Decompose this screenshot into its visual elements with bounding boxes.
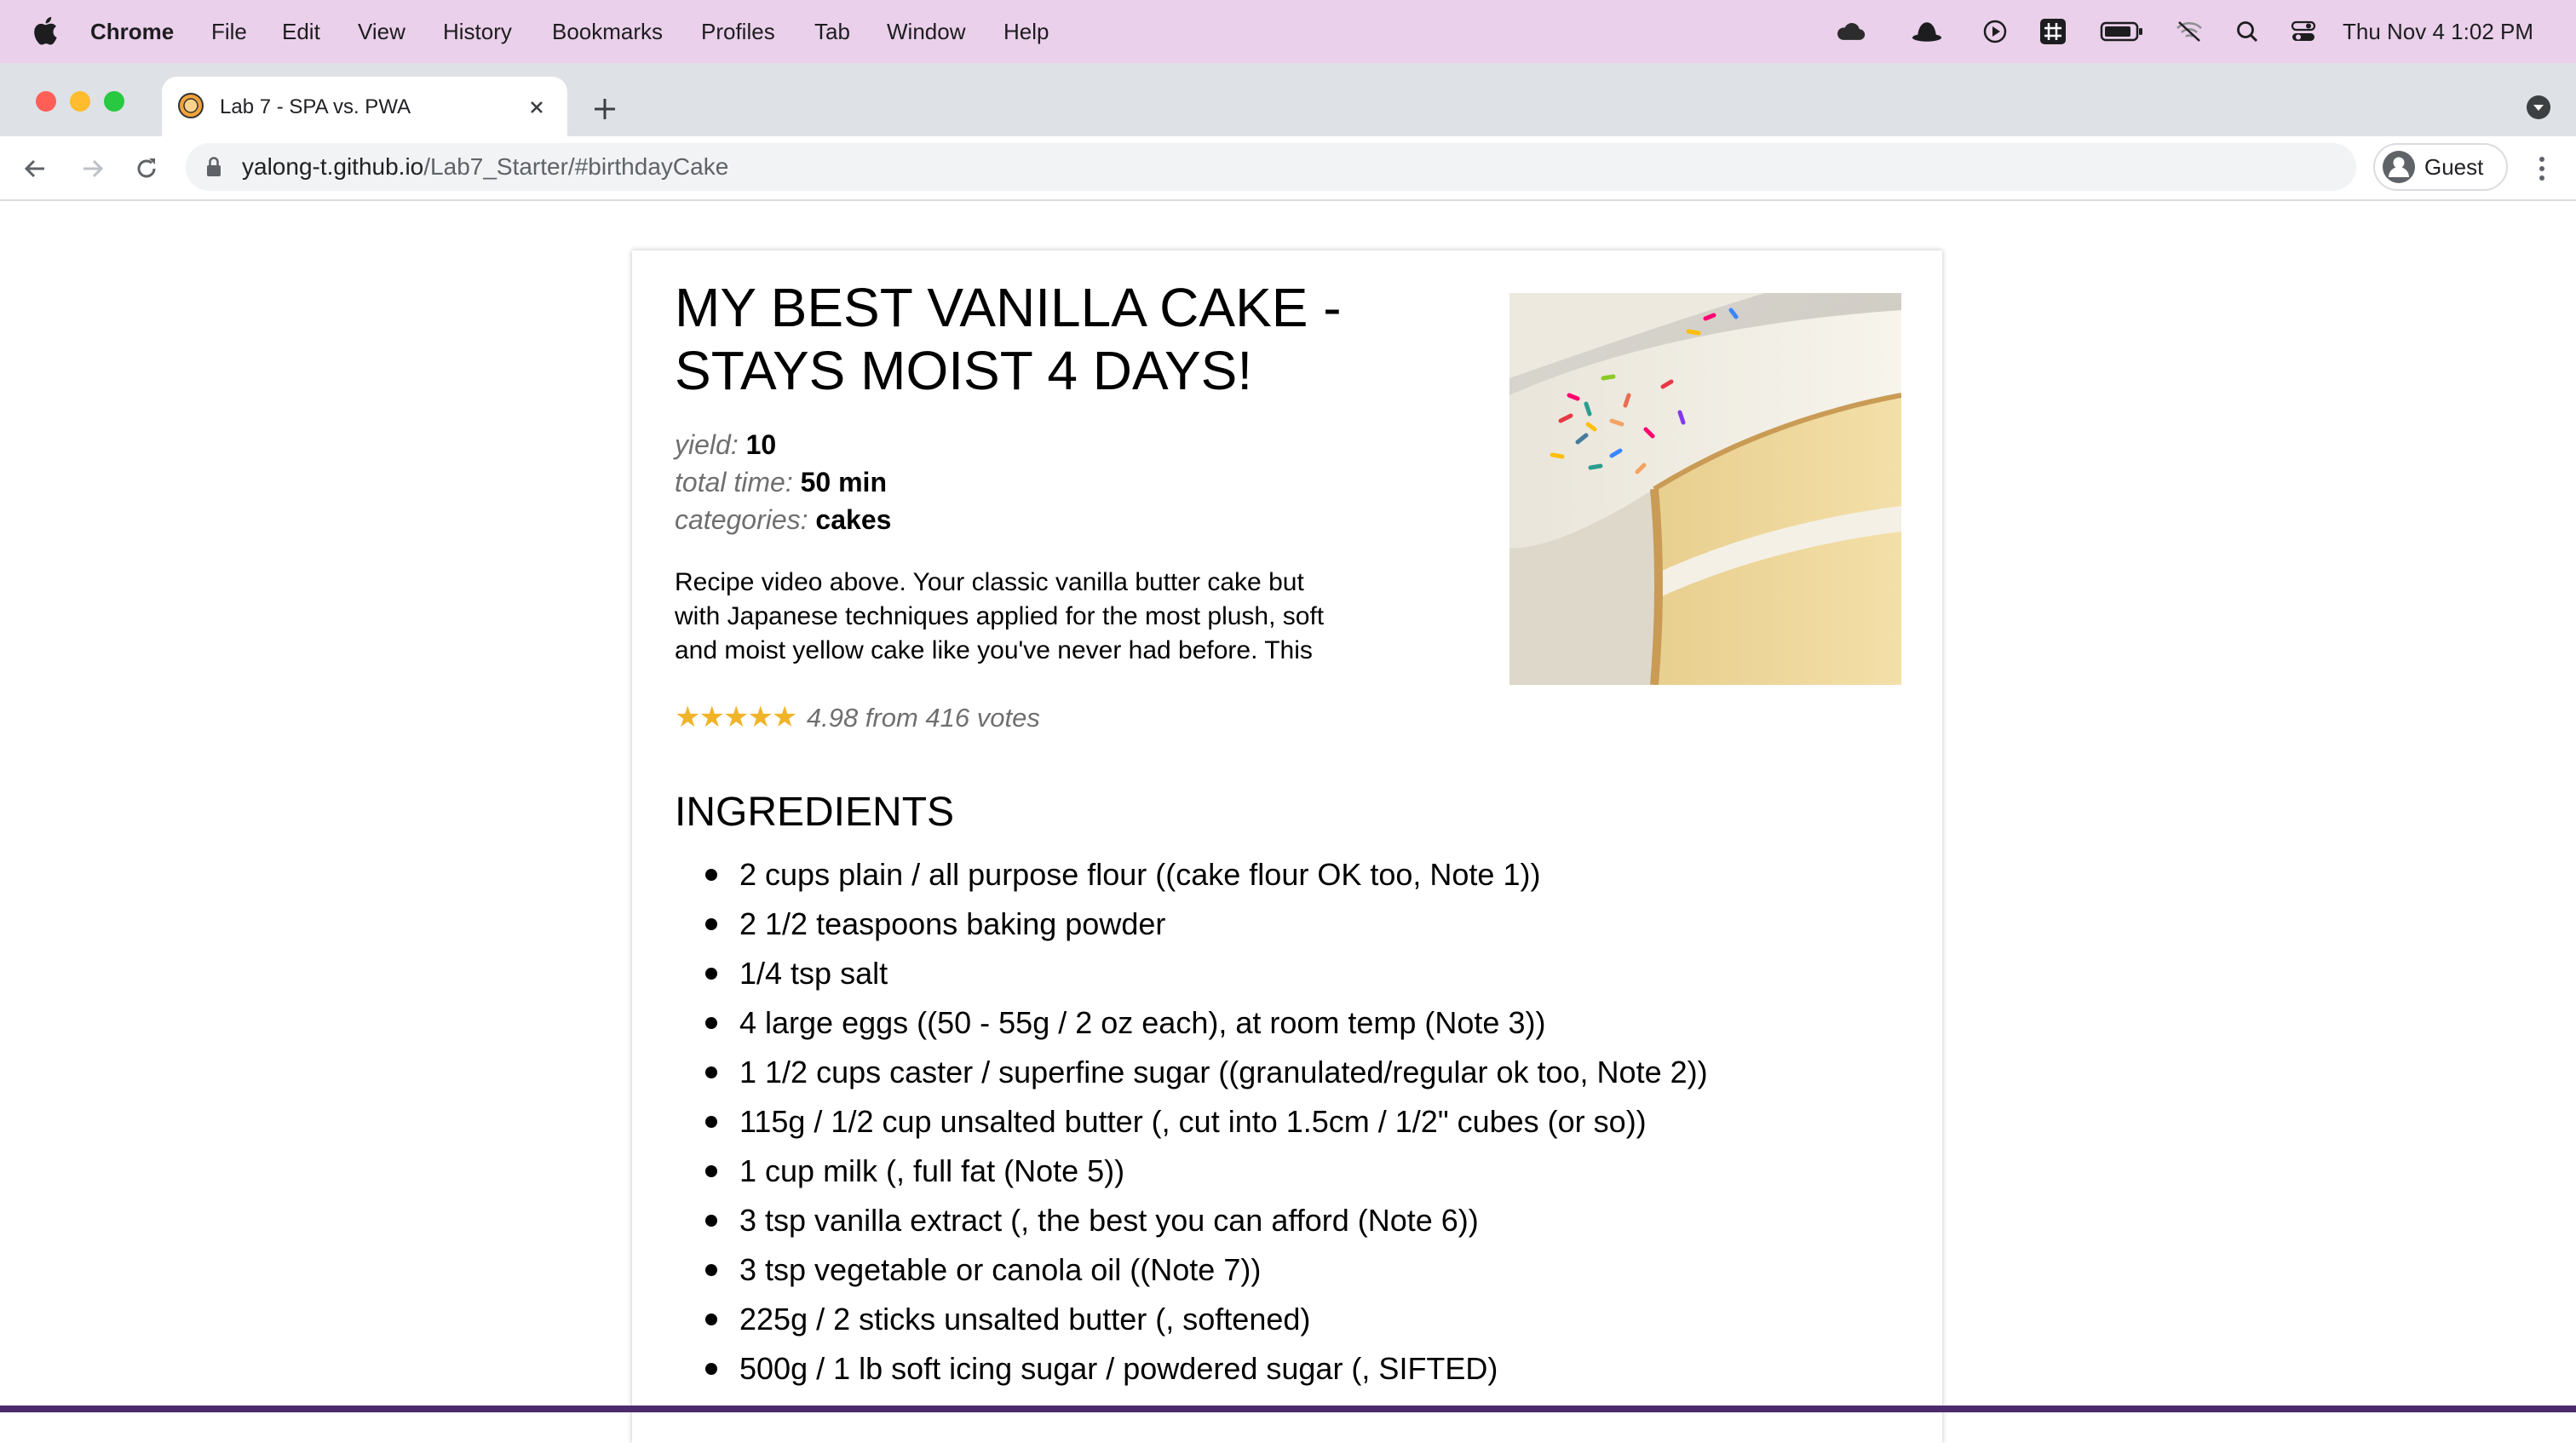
- reload-icon[interactable]: [131, 153, 162, 184]
- recipe-description: Recipe video above. Your classic vanilla…: [675, 566, 1324, 668]
- dock-edge: [0, 1406, 2576, 1412]
- list-item: 4 large eggs ((50 - 55g / 2 oz each), at…: [705, 998, 1708, 1048]
- list-item: 225g / 2 sticks unsalted butter (, softe…: [705, 1295, 1708, 1344]
- profile-label: Guest: [2424, 154, 2484, 180]
- url-path: /Lab7_Starter/#birthdayCake: [423, 153, 729, 180]
- list-item: 2 1/2 teaspoons baking powder: [705, 900, 1708, 949]
- url-domain: yalong-t.github.io: [242, 153, 424, 180]
- menu-tab[interactable]: Tab: [814, 0, 850, 63]
- recipe-meta: yield: 10 total time: 50 min categories:…: [675, 426, 891, 538]
- tab-active[interactable]: Lab 7 - SPA vs. PWA: [162, 77, 567, 138]
- menu-window[interactable]: Window: [887, 0, 965, 63]
- menu-history[interactable]: History: [443, 0, 512, 63]
- ingredients-list: 2 cups plain / all purpose flour ((cake …: [705, 850, 1708, 1394]
- categories-row: categories: cakes: [675, 501, 891, 538]
- back-icon[interactable]: [20, 153, 51, 184]
- list-item: 3 tsp vanilla extract (, the best you ca…: [705, 1196, 1708, 1245]
- menu-file[interactable]: File: [211, 0, 247, 63]
- list-item: 3 tsp vegetable or canola oil ((Note 7)): [705, 1245, 1708, 1295]
- time-row: total time: 50 min: [675, 463, 891, 501]
- list-item: 2 cups plain / all purpose flour ((cake …: [705, 850, 1708, 900]
- time-label: total time:: [675, 467, 793, 497]
- hat-icon[interactable]: [1912, 20, 1942, 43]
- menubar-clock[interactable]: Thu Nov 4 1:02 PM: [2343, 0, 2533, 63]
- yield-value: 10: [745, 429, 777, 460]
- recipe-title: MY BEST VANILLA CAKE - STAYS MOIST 4 DAY…: [675, 276, 1342, 402]
- more-menu-icon[interactable]: [2528, 153, 2556, 184]
- hash-icon[interactable]: [2038, 19, 2068, 44]
- categories-label: categories:: [675, 504, 808, 535]
- rating: ★★★★★ 4.98 from 416 votes: [675, 699, 1040, 736]
- cloud-icon[interactable]: [1835, 20, 1866, 43]
- list-item: 500g / 1 lb soft icing sugar / powdered …: [705, 1344, 1708, 1394]
- tab-search-icon[interactable]: [2525, 94, 2552, 121]
- recipe-title-line-1: MY BEST VANILLA CAKE -: [675, 277, 1342, 338]
- menu-profiles[interactable]: Profiles: [701, 0, 775, 63]
- search-icon[interactable]: [2232, 20, 2263, 43]
- wifi-off-icon[interactable]: [2174, 20, 2205, 43]
- description-line-2: with Japanese techniques applied for the…: [675, 602, 1325, 630]
- menu-help[interactable]: Help: [1003, 0, 1049, 63]
- star-rating-icon: ★★★★★: [675, 701, 797, 733]
- list-item: 1 1/2 cups caster / superfine sugar ((gr…: [705, 1048, 1708, 1097]
- categories-value: cakes: [815, 504, 892, 535]
- favicon-icon: [177, 92, 204, 119]
- ingredients-heading: INGREDIENTS: [675, 790, 955, 835]
- list-item: 1/4 tsp salt: [705, 949, 1708, 998]
- description-line-3: and moist yellow cake like you've never …: [675, 636, 1313, 664]
- apple-icon[interactable]: [32, 0, 58, 63]
- list-item: 1 cup milk (, full fat (Note 5)): [705, 1147, 1708, 1196]
- window-close-button[interactable]: [36, 91, 56, 112]
- macos-menu-bar: Chrome File Edit View History Bookmarks …: [0, 0, 2576, 63]
- yield-label: yield:: [675, 429, 739, 460]
- forward-icon[interactable]: [77, 153, 107, 184]
- menu-bookmarks[interactable]: Bookmarks: [552, 0, 663, 63]
- control-center-icon[interactable]: [2288, 20, 2319, 43]
- avatar-icon: [2382, 150, 2416, 184]
- window-minimize-button[interactable]: [70, 91, 90, 112]
- url-text: yalong-t.github.io/Lab7_Starter/#birthda…: [242, 143, 728, 191]
- new-tab-icon[interactable]: [589, 94, 620, 124]
- play-circle-icon[interactable]: [1980, 20, 2010, 43]
- description-line-1: Recipe video above. Your classic vanilla…: [675, 568, 1304, 596]
- lock-icon[interactable]: [204, 155, 223, 179]
- window-zoom-button[interactable]: [104, 91, 124, 112]
- rating-text: 4.98 from 416 votes: [806, 703, 1040, 733]
- tab-close-icon[interactable]: [525, 95, 549, 119]
- tab-title: Lab 7 - SPA vs. PWA: [220, 95, 411, 118]
- battery-icon[interactable]: [2099, 20, 2145, 43]
- menu-edit[interactable]: Edit: [282, 0, 320, 63]
- list-item: 115g / 1/2 cup unsalted butter (, cut in…: [705, 1097, 1708, 1147]
- cake-image: [1509, 293, 1901, 685]
- time-value: 50 min: [800, 467, 887, 497]
- yield-row: yield: 10: [675, 426, 891, 463]
- profile-button[interactable]: Guest: [2373, 143, 2508, 191]
- recipe-card: MY BEST VANILLA CAKE - STAYS MOIST 4 DAY…: [632, 250, 1942, 1443]
- recipe-title-line-2: STAYS MOIST 4 DAYS!: [675, 340, 1253, 401]
- menu-view[interactable]: View: [358, 0, 405, 63]
- menu-app-name[interactable]: Chrome: [90, 0, 174, 63]
- address-bar[interactable]: yalong-t.github.io/Lab7_Starter/#birthda…: [186, 143, 2356, 191]
